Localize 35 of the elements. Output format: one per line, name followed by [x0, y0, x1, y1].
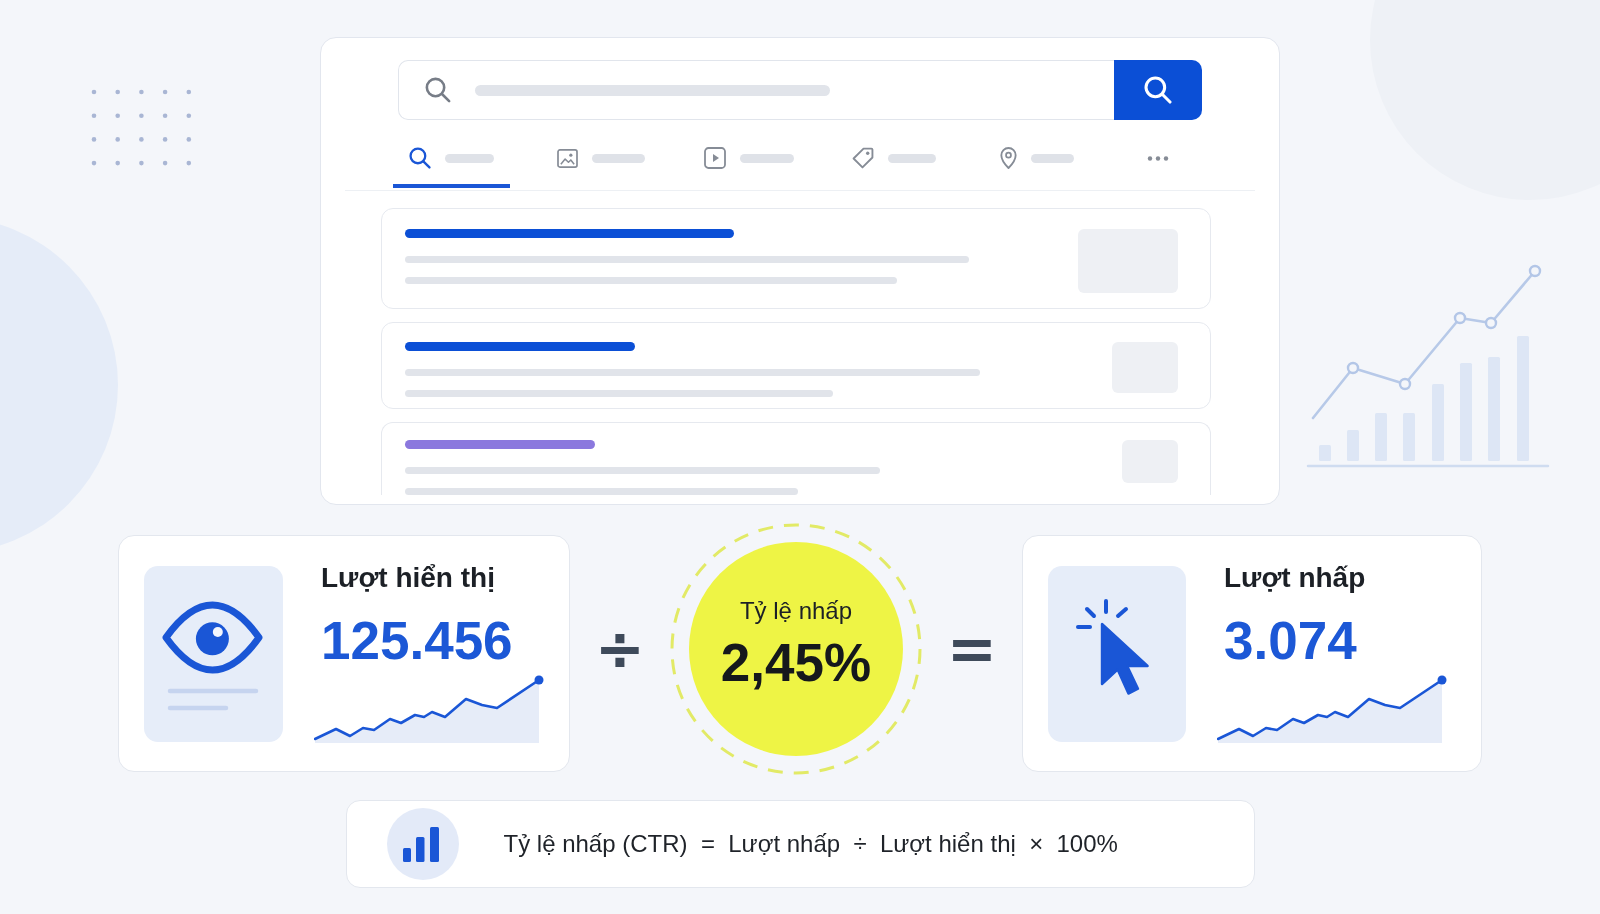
- label-placeholder: [740, 153, 795, 163]
- result-card[interactable]: [381, 422, 1211, 495]
- rate-label: Tỷ lệ nhấp: [739, 597, 853, 625]
- equals-sign: =: [945, 619, 999, 679]
- search-icon: [409, 147, 431, 169]
- divide-sign: ÷: [593, 619, 647, 679]
- location-pin-icon: [999, 147, 1017, 169]
- metric-value: 125.456: [321, 612, 513, 670]
- metric-label: Lượt hiển thị: [321, 562, 495, 594]
- image-icon: [556, 148, 578, 168]
- cursor-click-icon: [1048, 566, 1186, 742]
- bar-chart-icon: [386, 808, 459, 880]
- label-placeholder: [1030, 153, 1074, 163]
- chart-point: [1398, 377, 1412, 391]
- search-icon: [425, 77, 451, 103]
- tag-icon: [852, 147, 874, 169]
- play-icon: [704, 147, 727, 169]
- formula-text: Tỷ lệ nhấp (CTR) = Lượt nhấp ÷ Lượt hiển thị × 100%: [503, 829, 1118, 859]
- more-icon: [1147, 155, 1170, 161]
- label-placeholder: [445, 153, 494, 163]
- label-placeholder: [888, 153, 936, 163]
- metric-label: Lượt nhấp: [1224, 562, 1366, 594]
- chart-point: [1528, 264, 1542, 278]
- chart-point: [1453, 311, 1467, 325]
- result-card[interactable]: [381, 208, 1211, 309]
- search-button[interactable]: [1114, 60, 1202, 120]
- rate-value: 2,45%: [720, 634, 872, 692]
- eye-document-icon: [144, 566, 283, 742]
- search-icon: [1144, 76, 1172, 104]
- result-card[interactable]: [381, 322, 1211, 409]
- chart-point: [1346, 361, 1360, 375]
- metric-value: 3.074: [1224, 612, 1357, 670]
- chart-point: [1484, 316, 1498, 330]
- search-field[interactable]: [398, 60, 1114, 120]
- label-placeholder: [591, 153, 645, 163]
